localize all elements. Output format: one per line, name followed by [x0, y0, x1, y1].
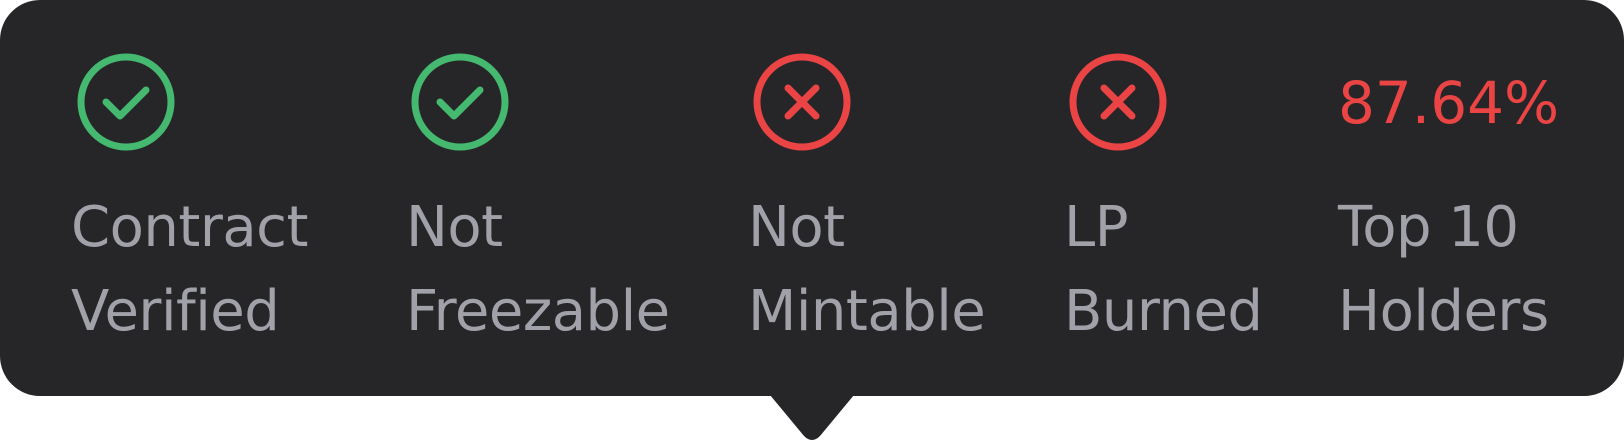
check-label-line2: Freezable — [406, 279, 670, 344]
check-label-line2: Burned — [1064, 279, 1263, 344]
token-audit-tooltip: Contract Verified Not Freezable Not Mint… — [0, 0, 1624, 444]
check-label-line1: Not — [406, 195, 503, 260]
check-label: Top 10 Holders — [1338, 186, 1549, 354]
check-label: LP Burned — [1064, 186, 1263, 354]
check-label-line1: Contract — [71, 195, 308, 260]
check-label-line1: Top 10 — [1338, 195, 1519, 260]
check-label-line1: LP — [1064, 195, 1128, 260]
check-label: Not Mintable — [748, 186, 986, 354]
x-circle-icon — [750, 50, 854, 154]
top-holders-percentage: 87.64% — [1338, 69, 1560, 137]
check-label-line1: Not — [748, 195, 845, 260]
check-label-line2: Holders — [1338, 279, 1549, 344]
check-label-line2: Mintable — [748, 279, 986, 344]
x-circle-icon — [1066, 50, 1170, 154]
check-label: Contract Verified — [71, 186, 308, 354]
check-circle-icon — [74, 50, 178, 154]
check-label: Not Freezable — [406, 186, 670, 354]
check-label-line2: Verified — [71, 279, 280, 344]
check-circle-icon — [408, 50, 512, 154]
